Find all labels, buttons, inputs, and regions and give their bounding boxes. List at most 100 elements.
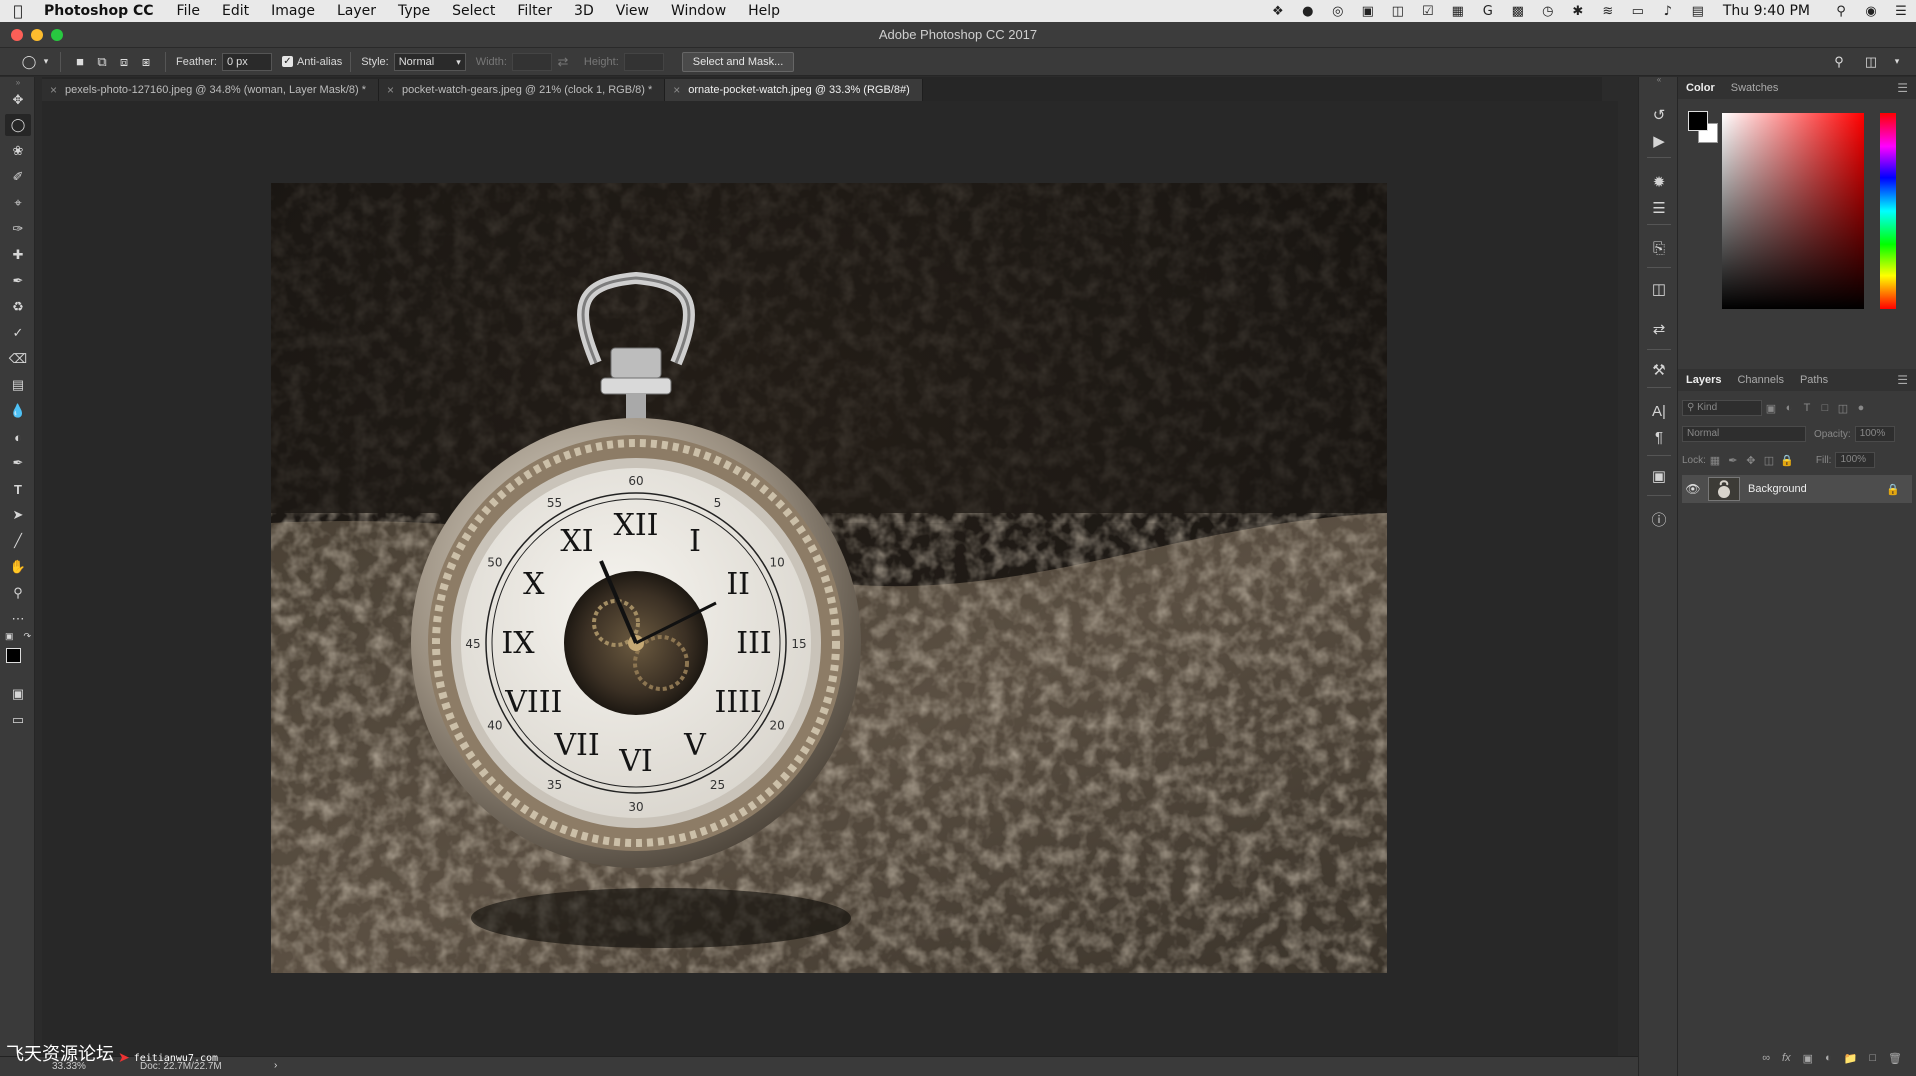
tab-swatches[interactable]: Swatches <box>1723 82 1787 94</box>
lock-image-icon[interactable]: ✒ <box>1724 454 1742 467</box>
screen-mode-icon[interactable]: ▭ <box>5 709 31 731</box>
quick-selection-tool-icon[interactable]: ✐ <box>5 166 31 188</box>
lock-all-icon[interactable]: 🔒 <box>1778 454 1796 467</box>
foreground-color-swatch[interactable] <box>1688 111 1708 131</box>
lasso-tool-icon[interactable]: ❀ <box>5 140 31 162</box>
tab-layers[interactable]: Layers <box>1678 374 1729 386</box>
bluetooth-icon[interactable]: ✱ <box>1563 4 1593 19</box>
new-layer-icon[interactable]: □ <box>1869 1052 1876 1064</box>
panel-menu-icon[interactable]: ☰ <box>1897 373 1916 387</box>
feather-input[interactable]: 0 px <box>221 52 272 71</box>
menu-image[interactable]: Image <box>260 3 326 19</box>
adjustments-icon[interactable]: ⇄ <box>1645 317 1673 341</box>
add-to-selection-icon[interactable]: ⧉ <box>91 52 113 72</box>
brush-tool-icon[interactable]: ✒ <box>5 270 31 292</box>
libraries-icon[interactable]: ▣ <box>1645 464 1673 488</box>
collapse-toolbar-icon[interactable]: » <box>5 77 31 87</box>
delete-layer-icon[interactable]: 🗑 <box>1888 1052 1902 1065</box>
tab-channels[interactable]: Channels <box>1729 374 1791 386</box>
paragraph-panel-icon[interactable]: ¶ <box>1645 425 1673 449</box>
menu-select[interactable]: Select <box>441 3 506 19</box>
subtract-from-selection-icon[interactable]: ⧈ <box>113 52 135 72</box>
tab-paths[interactable]: Paths <box>1792 374 1836 386</box>
swap-colors-icon[interactable]: ▣ ↷ <box>5 629 31 643</box>
color-spectrum-picker[interactable] <box>1722 113 1864 309</box>
lock-artboard-icon[interactable]: ◫ <box>1760 454 1778 467</box>
menu-file[interactable]: File <box>166 3 211 19</box>
filter-type-icon[interactable]: T <box>1798 402 1816 414</box>
clone-source-icon[interactable]: ⎘ <box>1645 236 1673 260</box>
filter-smart-object-icon[interactable]: ◫ <box>1834 402 1852 415</box>
properties-icon[interactable]: ◫ <box>1645 277 1673 301</box>
select-and-mask-button[interactable]: Select and Mask... <box>681 51 795 72</box>
collapse-dock-icon[interactable]: « <box>1645 73 1673 85</box>
layer-style-fx-icon[interactable]: fx <box>1782 1052 1791 1064</box>
tab-pocket-watch-gears[interactable]: × pocket-watch-gears.jpeg @ 21% (clock 1… <box>379 79 666 101</box>
notification-center-icon[interactable]: ☰ <box>1886 4 1916 19</box>
workspace-icon[interactable]: ◫ <box>1860 52 1882 72</box>
lock-transparent-icon[interactable]: ▦ <box>1706 454 1724 467</box>
close-tab-icon[interactable]: × <box>387 83 394 97</box>
tab-pexels-photo[interactable]: × pexels-photo-127160.jpeg @ 34.8% (woma… <box>42 79 380 101</box>
lock-position-icon[interactable]: ✥ <box>1742 454 1760 467</box>
anti-alias-checkbox[interactable]: ✓ Anti-alias <box>281 56 342 68</box>
info-icon[interactable]: ⓘ <box>1645 507 1673 531</box>
document-image[interactable]: XII IIIIIIIIIIVVIVIIVIIIIXXXI 60510152025… <box>271 183 1387 973</box>
time-machine-icon[interactable]: ◷ <box>1533 4 1563 19</box>
hue-slider[interactable] <box>1880 113 1896 309</box>
crop-tool-icon[interactable]: ⌖ <box>5 192 31 214</box>
blur-tool-icon[interactable]: 💧 <box>5 400 31 422</box>
menu-3d[interactable]: 3D <box>563 3 605 19</box>
healing-brush-tool-icon[interactable]: ✚ <box>5 244 31 266</box>
tab-ornate-pocket-watch[interactable]: × ornate-pocket-watch.jpeg @ 33.3% (RGB/… <box>665 79 923 101</box>
type-tool-icon[interactable]: T <box>5 478 31 500</box>
move-tool-icon[interactable]: ✥ <box>5 89 31 111</box>
menu-window[interactable]: Window <box>660 3 737 19</box>
line-tool-icon[interactable]: ╱ <box>5 530 31 552</box>
path-selection-tool-icon[interactable]: ➤ <box>5 504 31 526</box>
menu-help[interactable]: Help <box>737 3 791 19</box>
spotlight-search-icon[interactable]: ⚲ <box>1826 4 1856 19</box>
chevron-down-icon[interactable]: ▾ <box>1892 52 1902 72</box>
tiles-icon[interactable]: ▩ <box>1503 4 1533 19</box>
opacity-input[interactable]: 100% <box>1854 426 1895 442</box>
menu-edit[interactable]: Edit <box>211 3 260 19</box>
menu-filter[interactable]: Filter <box>506 3 563 19</box>
tab-color[interactable]: Color <box>1678 82 1723 94</box>
menu-view[interactable]: View <box>605 3 660 19</box>
grid-icon[interactable]: ▦ <box>1443 4 1473 19</box>
creative-cloud-icon[interactable]: ◎ <box>1323 4 1353 19</box>
style-select[interactable]: Normal ▾ <box>393 52 466 71</box>
character-panel-icon[interactable]: A| <box>1645 399 1673 423</box>
color-panel-swatches[interactable] <box>1688 111 1722 145</box>
status-circle-icon[interactable]: ● <box>1293 4 1323 19</box>
blend-mode-select[interactable]: Normal <box>1682 426 1806 442</box>
apple-menu-icon[interactable]:  <box>0 2 36 20</box>
camera-icon[interactable]: ▣ <box>1353 4 1383 19</box>
history-brush-tool-icon[interactable]: ✓ <box>5 322 31 344</box>
close-tab-icon[interactable]: × <box>50 83 57 97</box>
canvas-area[interactable]: XII I II III IIII V VI VII VIII IX X XI 60 5 10 15 20 25… <box>42 101 1618 1056</box>
zoom-tool-icon[interactable]: ⚲ <box>5 582 31 604</box>
elliptical-marquee-preset-icon[interactable]: ◯ <box>18 52 40 72</box>
clone-stamp-tool-icon[interactable]: ♻ <box>5 296 31 318</box>
monitor-icon[interactable]: ◫ <box>1383 4 1413 19</box>
dropbox-icon[interactable]: ❖ <box>1263 4 1293 19</box>
quick-mask-icon[interactable]: ▣ <box>5 683 31 705</box>
status-menu-arrow-icon[interactable]: › <box>274 1060 277 1071</box>
new-group-icon[interactable]: 📁 <box>1844 1052 1858 1065</box>
layer-row-background[interactable]: 👁 Background 🔒 <box>1682 475 1912 503</box>
filter-adjustment-icon[interactable]: ◐ <box>1780 402 1798 414</box>
menu-layer[interactable]: Layer <box>326 3 387 19</box>
layer-kind-filter[interactable]: ⚲ Kind <box>1682 400 1762 416</box>
menu-clock[interactable]: Thu 9:40 PM <box>1713 3 1826 19</box>
filter-pixel-icon[interactable]: ▣ <box>1762 402 1780 415</box>
eraser-tool-icon[interactable]: ⌫ <box>5 348 31 370</box>
hand-tool-icon[interactable]: ✋ <box>5 556 31 578</box>
volume-icon[interactable]: ♪ <box>1653 4 1683 19</box>
history-panel-icon[interactable]: ↺ <box>1645 103 1673 127</box>
panel-menu-icon[interactable]: ☰ <box>1897 81 1916 95</box>
close-tab-icon[interactable]: × <box>673 83 680 97</box>
add-mask-icon[interactable]: ▣ <box>1803 1052 1813 1065</box>
foreground-background-swatch[interactable] <box>5 645 31 677</box>
